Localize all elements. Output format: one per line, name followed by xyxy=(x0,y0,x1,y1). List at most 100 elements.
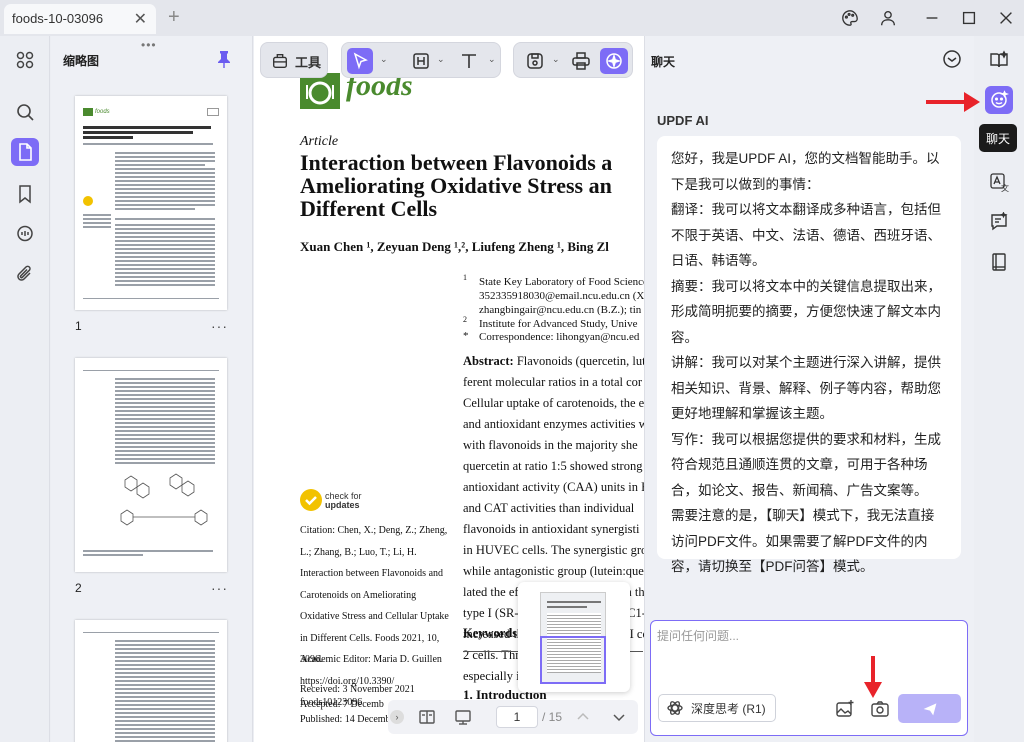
abstract-line: Cellular uptake of carotenoids, the e xyxy=(463,396,644,410)
tools-button[interactable]: 工具 xyxy=(269,48,323,74)
abstract-line: antioxidant activity (CAA) units in F xyxy=(463,480,644,494)
attachment-icon[interactable] xyxy=(11,260,39,288)
abstract-line-1: Abstract: Flavonoids (quercetin, lut xyxy=(463,354,644,368)
page-label-2: 2 xyxy=(75,581,82,595)
highlight-icon[interactable] xyxy=(408,48,434,74)
highlight-dropdown-icon[interactable]: ⌄ xyxy=(437,54,445,65)
abstract-line: ferent molecular ratios in a total cor xyxy=(463,375,643,389)
read-mode-icon[interactable] xyxy=(985,46,1013,74)
theme-palette-icon[interactable] xyxy=(840,9,860,27)
published-date: Published: 14 Decemb xyxy=(300,714,391,725)
next-page-icon[interactable] xyxy=(610,708,628,726)
article-title-line-2: Ameliorating Oxidative Stress an xyxy=(300,173,612,198)
page-thumbnail-3[interactable] xyxy=(75,620,227,742)
screenshot-icon[interactable] xyxy=(870,699,890,719)
send-icon xyxy=(923,702,936,715)
article-type: Article xyxy=(300,134,339,149)
drag-handle[interactable]: ••• xyxy=(141,38,157,52)
abstract-line: in HUVEC cells. The synergistic grou xyxy=(463,543,644,557)
message-paragraph: 翻译：我可以将文本翻译成多种语言，包括但不限于英语、中文、法语、德语、西班牙语、… xyxy=(671,202,941,268)
account-icon[interactable] xyxy=(878,9,898,27)
minimize-icon[interactable] xyxy=(922,9,942,27)
ai-message-bubble: 您好，我是UPDF AI，您的文档智能助手。以下是我可以做到的事情： 翻译：我可… xyxy=(657,136,961,574)
save-dropdown-icon[interactable]: ⌄ xyxy=(552,54,560,65)
chat-input[interactable] xyxy=(657,629,957,643)
pages-icon[interactable] xyxy=(11,138,39,166)
message-paragraph: 写作：我可以根据您提供的要求和材料，生成符合规范且通顺连贯的文章，可用于各种场合… xyxy=(671,431,941,498)
tab-title: foods-10-03096 xyxy=(12,11,104,26)
message-paragraph: 需要注意的是，【聊天】模式下，我无法直接访问PDF文件。如果需要了解PDF文件的… xyxy=(671,508,935,574)
chat-history-icon[interactable] xyxy=(942,49,962,69)
affiliation-2: Institute for Advanced Study, Unive xyxy=(479,318,638,330)
bookmark-icon[interactable] xyxy=(11,180,39,208)
ai-assistant-icon[interactable] xyxy=(600,48,628,74)
tools-label: 工具 xyxy=(294,54,321,70)
abstract-line: and antioxidant enzymes activities w xyxy=(463,417,644,431)
thumbnail-panel: ••• 缩略图 foods 1 ··· 2 ··· xyxy=(51,36,253,742)
select-cursor-icon[interactable] xyxy=(347,48,373,74)
page-total: / 15 xyxy=(542,710,563,724)
previous-page-icon[interactable] xyxy=(574,708,592,726)
academic-editor: Academic Editor: Maria D. Guillen xyxy=(300,654,442,665)
page-number-input[interactable]: 1 xyxy=(496,706,538,728)
collapse-icon[interactable]: › xyxy=(390,710,404,724)
close-window-icon[interactable] xyxy=(996,9,1016,27)
save-icon[interactable] xyxy=(522,48,548,74)
pin-icon[interactable] xyxy=(216,50,232,68)
affil-mark-2: 2 xyxy=(463,315,467,324)
grid-view-icon[interactable] xyxy=(11,46,39,74)
check-updates-icon xyxy=(300,489,322,511)
red-arrow-right-icon xyxy=(926,92,980,112)
new-tab-button[interactable]: + xyxy=(168,6,180,29)
document-tab[interactable]: foods-10-03096 ✕ xyxy=(4,4,156,34)
send-button[interactable] xyxy=(898,694,961,723)
keywords-label: Keywords: xyxy=(463,626,522,640)
affil-mark-star: * xyxy=(463,330,469,342)
chat-panel: 聊天 UPDF AI 您好，我是UPDF AI，您的文档智能助手。以下是我可以做… xyxy=(644,36,974,742)
chat-input-box: 深度思考 (R1) xyxy=(650,620,968,736)
file-tools-group: ⌄ xyxy=(513,42,633,78)
page-2-more-button[interactable]: ··· xyxy=(211,580,228,596)
maximize-icon[interactable] xyxy=(959,9,979,27)
minimap-viewport[interactable] xyxy=(540,636,606,684)
select-dropdown-icon[interactable]: ⌄ xyxy=(380,54,388,65)
comment-icon[interactable] xyxy=(11,220,39,248)
page-thumbnail-2[interactable] xyxy=(75,358,227,572)
page-minimap[interactable] xyxy=(518,582,630,692)
citation-line: Oxidative Stress and Cellular Uptake xyxy=(300,611,449,622)
abstract-line: quercetin at ratio 1:5 showed strong xyxy=(463,459,643,473)
search-icon[interactable] xyxy=(11,98,39,126)
edit-tools-group: ⌄ ⌄ ⌄ xyxy=(341,42,501,78)
page-layout-icon[interactable] xyxy=(418,708,436,726)
deep-think-icon xyxy=(667,701,683,715)
text-tool-icon[interactable] xyxy=(456,48,482,74)
abstract-line: especially i xyxy=(463,669,520,683)
affil-mark-1: 1 xyxy=(463,273,467,282)
image-upload-icon[interactable] xyxy=(835,699,855,719)
close-tab-icon[interactable]: ✕ xyxy=(134,9,147,29)
affiliation-email-1: 352335918030@email.ncu.edu.cn (X.C xyxy=(479,290,644,302)
message-paragraph: 讲解：我可以对某个主题进行深入讲解，提供相关知识、背景、解释、例子等内容，帮助您… xyxy=(671,355,941,421)
book-icon[interactable] xyxy=(985,248,1013,276)
page-thumbnail-1[interactable]: foods xyxy=(75,96,227,310)
presentation-icon[interactable] xyxy=(454,708,472,726)
abstract-line: flavonoids in antioxidant synergisti xyxy=(463,522,640,536)
abstract-line: and CAT activities than individual xyxy=(463,501,635,515)
check-updates-label[interactable]: check for updates xyxy=(325,492,362,510)
ai-summary-icon[interactable] xyxy=(985,208,1013,236)
print-icon[interactable] xyxy=(568,48,594,74)
ai-name: UPDF AI xyxy=(657,113,709,128)
citation-line: Carotenoids on Ameliorating xyxy=(300,589,417,601)
title-bar: foods-10-03096 ✕ + xyxy=(0,0,1024,36)
deep-think-label: 深度思考 (R1) xyxy=(691,701,766,716)
abstract-line: while antagonistic group (lutein:que xyxy=(463,564,644,578)
red-arrow-down-icon xyxy=(864,656,882,698)
page-1-more-button[interactable]: ··· xyxy=(211,318,228,334)
translate-icon[interactable]: 文 xyxy=(985,168,1013,196)
ai-chat-icon[interactable] xyxy=(985,86,1013,114)
authors: Xuan Chen ¹, Zeyuan Deng ¹,², Liufeng Zh… xyxy=(300,239,609,254)
deep-think-button[interactable]: 深度思考 (R1) xyxy=(658,694,776,722)
journal-logo-icon xyxy=(300,73,340,109)
abstract-line: with flavonoids in the majority she xyxy=(463,438,638,452)
text-dropdown-icon[interactable]: ⌄ xyxy=(488,54,496,65)
